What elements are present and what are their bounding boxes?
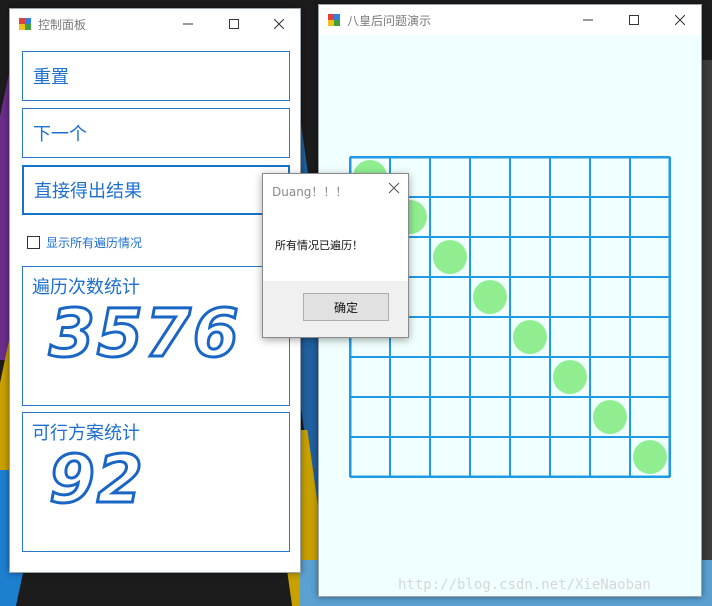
dialog-title: Duang！！！ (272, 185, 348, 199)
maximize-button[interactable] (611, 5, 657, 35)
dialog-message: 所有情况已遍历！ (275, 239, 363, 252)
control-panel-titlebar[interactable]: 控制面板 (10, 9, 300, 39)
traverse-count-panel: 遍历次数统计 3576 (22, 266, 290, 406)
ok-button[interactable]: 确定 (303, 293, 389, 321)
close-button[interactable] (256, 9, 302, 39)
queen-piece (433, 240, 467, 274)
queen-piece (553, 360, 587, 394)
message-dialog: Duang！！！ 所有情况已遍历！ 确定 (262, 173, 409, 338)
app-icon (19, 18, 31, 30)
dialog-close-button[interactable] (386, 180, 402, 196)
window-title: 控制面板 (38, 18, 87, 32)
queen-piece (593, 400, 627, 434)
app-icon (328, 14, 340, 26)
maximize-button[interactable] (211, 9, 257, 39)
window-title: 八皇后问题演示 (347, 14, 432, 28)
minimize-icon (583, 19, 593, 21)
eight-queens-titlebar[interactable]: 八皇后问题演示 (319, 5, 701, 35)
reset-button[interactable]: 重置 (22, 51, 290, 101)
close-icon (274, 19, 284, 29)
solution-count-value: 92 (48, 440, 145, 520)
close-icon (675, 15, 685, 25)
queen-piece (513, 320, 547, 354)
maximize-icon (229, 19, 239, 29)
show-all-traversal-label[interactable]: 显示所有遍历情况 (46, 234, 142, 251)
queen-piece (473, 280, 507, 314)
show-all-traversal-checkbox[interactable] (27, 236, 40, 249)
solve-directly-button[interactable]: 直接得出结果 (22, 165, 290, 215)
minimize-button[interactable] (165, 9, 211, 39)
watermark: http://blog.csdn.net/XieNaoban (398, 577, 651, 593)
queen-piece (633, 440, 667, 474)
solution-count-panel: 可行方案统计 92 (22, 412, 290, 552)
close-button[interactable] (657, 5, 703, 35)
maximize-icon (629, 15, 639, 25)
close-icon (388, 182, 400, 194)
traverse-count-value: 3576 (48, 294, 241, 374)
control-panel-window: 控制面板 重置 下一个 直接得出结果 显示所有遍历情况 遍历次数统计 3576 … (9, 8, 301, 573)
dialog-footer: 确定 (263, 281, 408, 337)
next-button[interactable]: 下一个 (22, 108, 290, 158)
minimize-button[interactable] (565, 5, 611, 35)
show-all-traversal-option[interactable]: 显示所有遍历情况 (27, 234, 142, 251)
minimize-icon (183, 23, 193, 25)
